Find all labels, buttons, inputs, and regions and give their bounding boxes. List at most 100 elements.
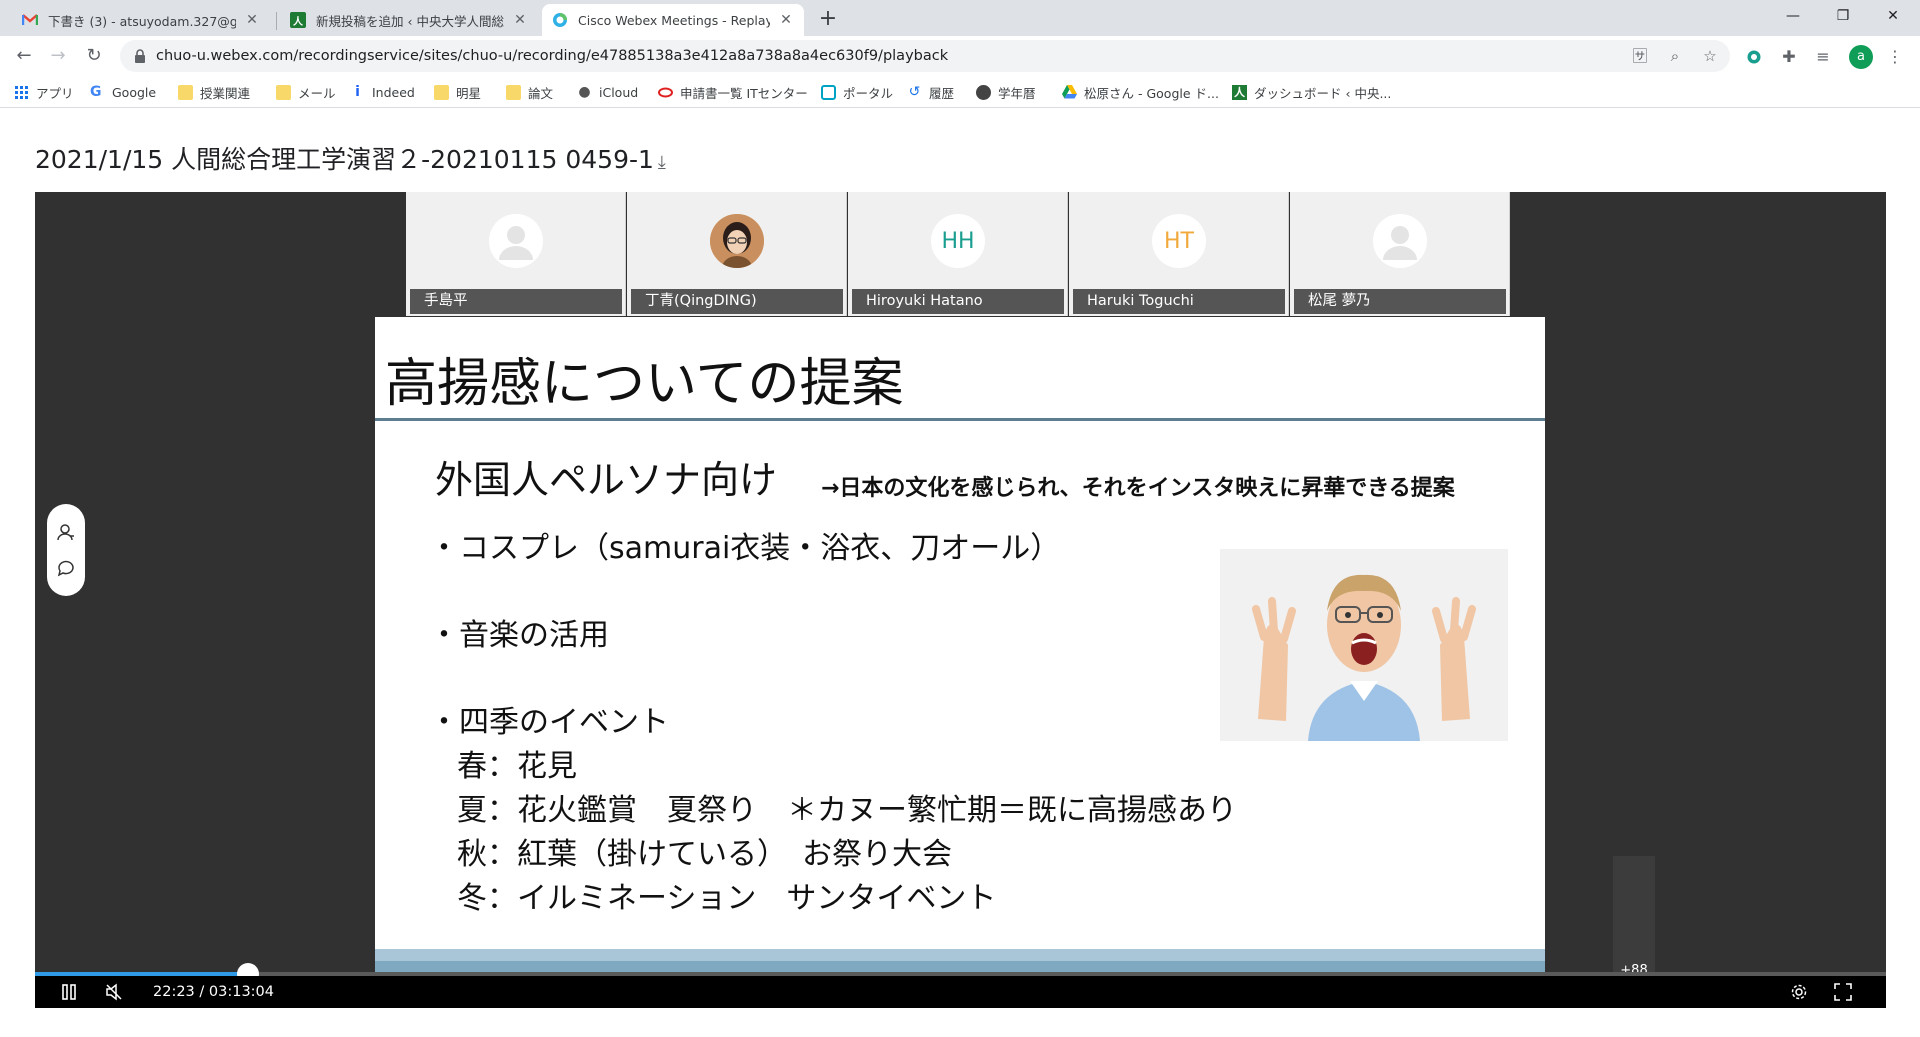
site-icon: 人 xyxy=(1232,84,1247,100)
slide-title: 高揚感についての提案 xyxy=(385,354,904,414)
slide-season-line: 春：花見 xyxy=(457,749,577,784)
new-tab-button[interactable]: + xyxy=(814,6,842,34)
bookmark-folder-mail[interactable]: メール xyxy=(276,82,336,102)
bookmark-folder-papers[interactable]: 論文 xyxy=(506,82,553,102)
close-icon[interactable]: ✕ xyxy=(512,12,528,28)
tab-new-post[interactable]: 人 新規投稿を追加 ‹ 中央大学人間総合 ✕ xyxy=(280,4,538,36)
profile-avatar[interactable]: a xyxy=(1849,45,1873,69)
reload-icon[interactable]: ↻ xyxy=(80,42,108,70)
participants-icon[interactable] xyxy=(56,522,76,542)
apps-grid-icon xyxy=(14,85,29,100)
fullscreen-icon[interactable] xyxy=(1834,983,1852,1001)
default-avatar-icon xyxy=(489,214,543,268)
download-icon[interactable]: ⤓ xyxy=(658,152,666,173)
back-icon[interactable]: ← xyxy=(10,42,38,70)
forward-icon[interactable]: → xyxy=(44,42,72,70)
bookmark-star-icon[interactable]: ☆ xyxy=(1700,46,1720,66)
bookmark-dashboard[interactable]: 人ダッシュボード ‹ 中央... xyxy=(1232,82,1391,102)
bookmark-indeed[interactable]: i Indeed xyxy=(350,82,415,102)
gmail-icon xyxy=(22,12,38,28)
participant-name: Hiroyuki Hatano xyxy=(852,289,1064,314)
slide-bullet: ・音楽の活用 xyxy=(429,618,609,653)
bookmark-folder-classes[interactable]: 授業関連 xyxy=(178,82,250,102)
bookmark-label: メール xyxy=(298,85,336,101)
participant-tile: HH Hiroyuki Hatano xyxy=(848,192,1068,316)
bookmark-google[interactable]: G Google xyxy=(90,82,156,102)
video-player[interactable]: 手島平 丁青(QingDING) HH Hiroyuki Hatano HT H… xyxy=(35,192,1886,1008)
time-display: 22:23 / 03:13:04 xyxy=(153,984,275,1000)
playback-controls: 22:23 / 03:13:04 xyxy=(35,976,1886,1008)
lock-icon[interactable] xyxy=(132,48,148,64)
slide-subtitle: 外国人ペルソナ向け xyxy=(435,458,778,502)
bookmark-label: アプリ xyxy=(36,85,74,101)
slide-season-line: 冬：イルミネーション サンタイベント xyxy=(457,881,997,916)
site-icon: 人 xyxy=(290,12,306,28)
pause-icon[interactable] xyxy=(61,984,77,1000)
bookmark-icloud[interactable]: ● iCloud xyxy=(577,82,638,102)
extension-webex-icon[interactable] xyxy=(1743,46,1765,68)
close-window-icon[interactable]: ✕ xyxy=(1870,0,1916,32)
initials-avatar: HT xyxy=(1152,214,1206,268)
tab-separator xyxy=(276,12,277,30)
participant-tile: HT Haruki Toguchi xyxy=(1069,192,1289,316)
close-icon[interactable]: ✕ xyxy=(778,12,794,28)
slide-bullet: ・コスプレ（samurai衣装・浴衣、刀オール） xyxy=(429,531,1061,566)
side-rail xyxy=(47,504,85,596)
default-avatar-icon xyxy=(1373,214,1427,268)
excited-man-photo xyxy=(1220,549,1508,741)
tab-strip: 下書き (3) - atsuyodam.327@g.chu ✕ 人 新規投稿を追… xyxy=(0,0,1920,36)
bookmark-label: Indeed xyxy=(372,84,415,100)
bookmark-apps[interactable]: アプリ xyxy=(14,82,74,102)
zoom-icon[interactable]: ⌕ xyxy=(1665,46,1685,66)
bookmark-label: 学年暦 xyxy=(998,85,1036,101)
url-text[interactable]: chuo-u.webex.com/recordingservice/sites/… xyxy=(156,40,948,72)
tab-gmail[interactable]: 下書き (3) - atsuyodam.327@g.chu ✕ xyxy=(12,4,270,36)
indeed-icon: i xyxy=(355,83,360,100)
bookmark-portal[interactable]: ポータル xyxy=(821,82,893,102)
bookmark-label: ポータル xyxy=(843,85,894,101)
bookmark-label: 申請書一覧 ITセンター xyxy=(680,85,808,101)
folder-icon xyxy=(276,84,291,100)
slide-bullet: ・四季のイベント xyxy=(429,705,669,740)
folder-icon xyxy=(506,84,521,100)
participant-name: 丁青(QingDING) xyxy=(631,289,843,314)
portal-icon xyxy=(821,84,836,100)
close-icon[interactable]: ✕ xyxy=(244,12,260,28)
shared-slide: 高揚感についての提案 外国人ペルソナ向け →日本の文化を感じられ、それをインスタ… xyxy=(375,317,1545,1007)
chat-icon[interactable] xyxy=(56,558,76,578)
participant-tile: 手島平 xyxy=(406,192,626,316)
bookmark-google-drive[interactable]: 松原さん - Google ド... xyxy=(1062,82,1219,102)
globe-icon xyxy=(976,84,991,100)
recording-title-text: 2021/1/15 人間総合理工学演習２-20210115 0459-1 xyxy=(35,145,654,174)
bookmark-it-center[interactable]: 申請書一覧 ITセンター xyxy=(658,82,808,102)
menu-kebab-icon[interactable]: ⋮ xyxy=(1884,46,1906,68)
address-bar[interactable]: chuo-u.webex.com/recordingservice/sites/… xyxy=(120,40,1730,72)
bookmark-calendar[interactable]: 学年暦 xyxy=(976,82,1036,102)
participant-tile: 松尾 夢乃 xyxy=(1290,192,1510,316)
translate-icon[interactable]: 🈂 xyxy=(1630,46,1650,66)
gear-icon[interactable] xyxy=(1790,983,1808,1001)
participant-name: Haruki Toguchi xyxy=(1073,289,1285,314)
bookmark-label: 明星 xyxy=(456,85,482,101)
minimize-icon[interactable]: — xyxy=(1770,0,1816,32)
bookmark-label: 授業関連 xyxy=(200,85,251,101)
tab-webex-replay[interactable]: Cisco Webex Meetings - Replay P ✕ xyxy=(542,4,804,36)
restore-icon[interactable]: ❐ xyxy=(1820,0,1866,32)
mute-volume-icon[interactable] xyxy=(105,983,123,1001)
drive-icon xyxy=(1062,84,1077,100)
participant-name: 松尾 夢乃 xyxy=(1294,289,1506,314)
bookmark-label: Google xyxy=(112,84,157,100)
bookmark-history[interactable]: ↺ 履歴 xyxy=(907,82,954,102)
slide-subnote: →日本の文化を感じられ、それをインスタ映えに昇華できる提案 xyxy=(821,476,1455,501)
recording-title: 2021/1/15 人間総合理工学演習２-20210115 0459-1 ⤓ xyxy=(35,140,666,176)
tab-title: 下書き (3) - atsuyodam.327@g.chu xyxy=(48,13,236,29)
bookmark-label: iCloud xyxy=(599,84,639,100)
media-control-icon[interactable]: ≡ xyxy=(1812,46,1834,68)
bookmark-folder-meisei[interactable]: 明星 xyxy=(434,82,481,102)
more-participants-tile[interactable]: +88 xyxy=(1613,856,1655,982)
extensions-puzzle-icon[interactable]: ✚ xyxy=(1778,46,1800,68)
bookmark-label: 論文 xyxy=(528,85,554,101)
bookmarks-bar: アプリ G Google 授業関連 メール i Indeed 明星 論文 ● iClo… xyxy=(0,76,1920,108)
webex-icon xyxy=(552,12,568,28)
initials-avatar: HH xyxy=(931,214,985,268)
